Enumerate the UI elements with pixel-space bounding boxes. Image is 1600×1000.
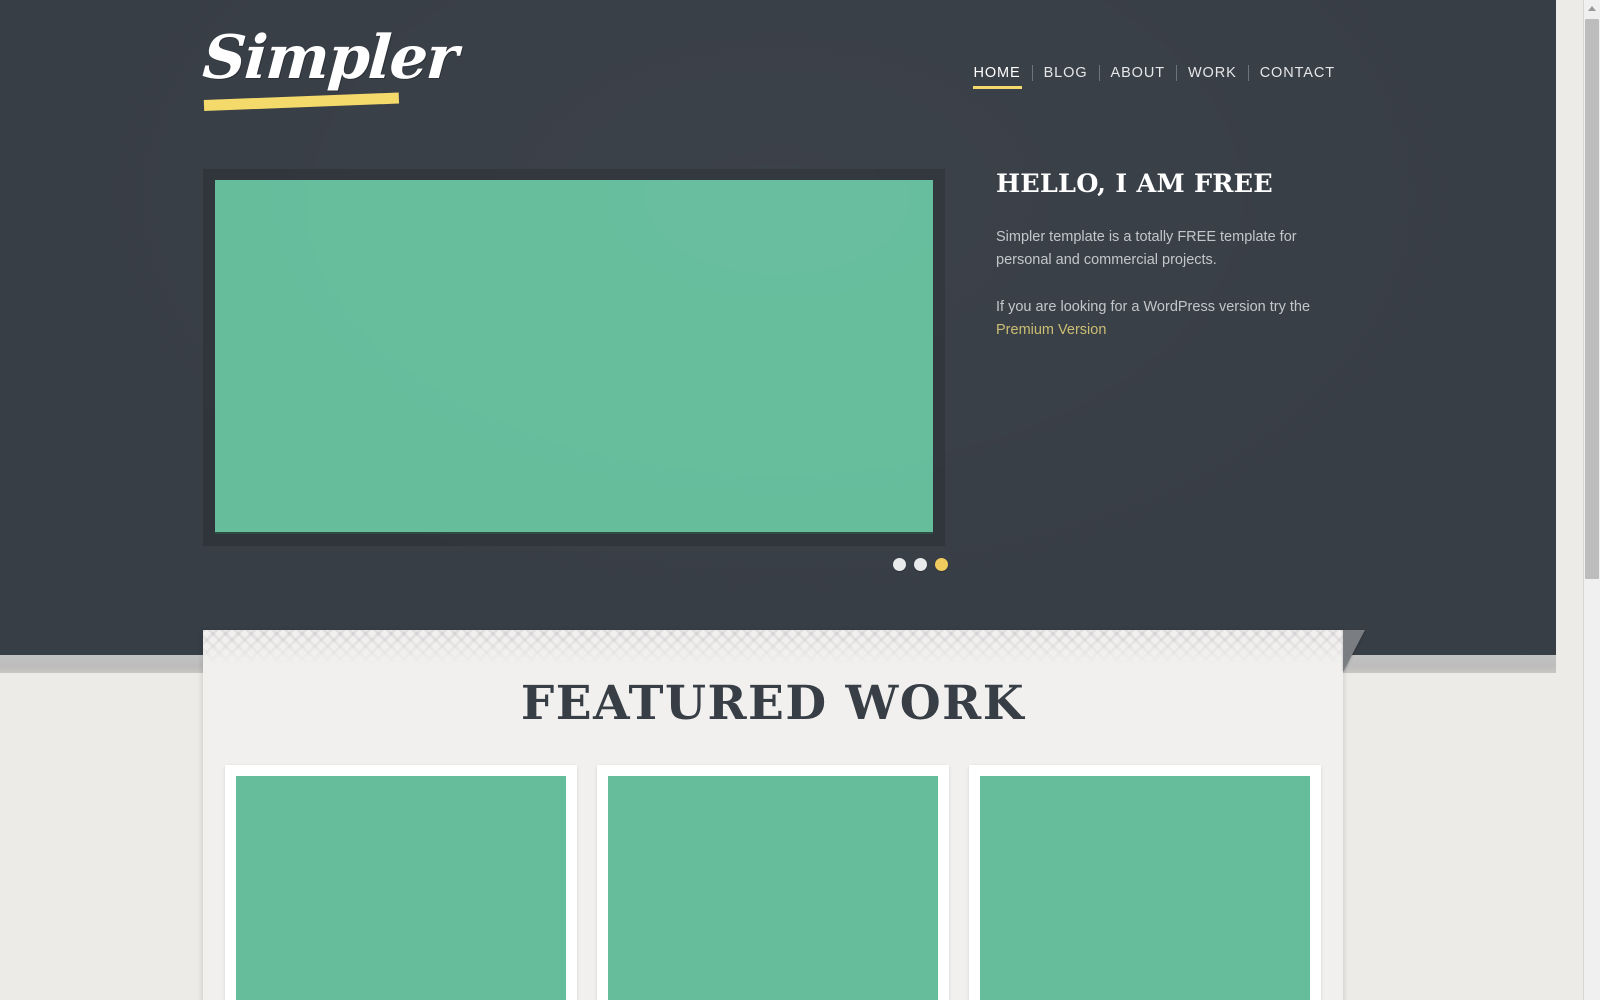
nav-item-contact[interactable]: CONTACT	[1249, 60, 1346, 86]
work-thumbnail-2[interactable]	[597, 765, 949, 1000]
hero-paragraph-2-text: If you are looking for a WordPress versi…	[996, 299, 1311, 315]
hero-copy: HELLO, I AM FREE Simpler template is a t…	[996, 168, 1326, 341]
hero-slider-pagination[interactable]	[893, 558, 948, 571]
featured-work-panel: FEATURED WORK	[203, 630, 1365, 1000]
work-thumbnail-3-image	[980, 776, 1310, 1000]
hero-paragraph-2: If you are looking for a WordPress versi…	[996, 296, 1326, 341]
hero-slider[interactable]	[203, 168, 945, 546]
slider-dot-2[interactable]	[914, 558, 927, 571]
work-thumbnail-1[interactable]	[225, 765, 577, 1000]
hero-paragraph-1: Simpler template is a totally FREE templ…	[996, 229, 1297, 268]
site-logo-text: Simpler	[200, 23, 460, 93]
nav-item-work[interactable]: WORK	[1177, 60, 1248, 86]
featured-work-thumbnails	[203, 732, 1343, 1000]
panel-ribbon-fold	[1343, 630, 1365, 672]
scrollbar-up-arrow-icon[interactable]	[1584, 0, 1600, 17]
page-viewport: Simpler HOME BLOG ABOUT WORK CONTACT HEL…	[0, 0, 1556, 1000]
nav-item-home[interactable]: HOME	[963, 60, 1032, 89]
nav-item-blog[interactable]: BLOG	[1033, 60, 1099, 86]
hero-slider-image	[215, 180, 933, 534]
site-header: Simpler HOME BLOG ABOUT WORK CONTACT HEL…	[0, 0, 1556, 655]
work-thumbnail-2-image	[608, 776, 938, 1000]
slider-dot-3[interactable]	[935, 558, 948, 571]
site-logo[interactable]: Simpler	[201, 22, 459, 111]
browser-scrollbar[interactable]	[1583, 0, 1600, 1000]
main-navigation[interactable]: HOME BLOG ABOUT WORK CONTACT	[963, 60, 1347, 89]
hero-title: HELLO, I AM FREE	[996, 169, 1273, 199]
work-thumbnail-1-image	[236, 776, 566, 1000]
featured-work-title: FEATURED WORK	[520, 676, 1026, 731]
work-thumbnail-3[interactable]	[969, 765, 1321, 1000]
premium-version-link[interactable]: Premium Version	[996, 322, 1106, 338]
logo-underline-stripe	[203, 92, 400, 111]
slider-dot-1[interactable]	[893, 558, 906, 571]
scrollbar-thumb[interactable]	[1585, 19, 1599, 579]
nav-item-about[interactable]: ABOUT	[1100, 60, 1176, 86]
